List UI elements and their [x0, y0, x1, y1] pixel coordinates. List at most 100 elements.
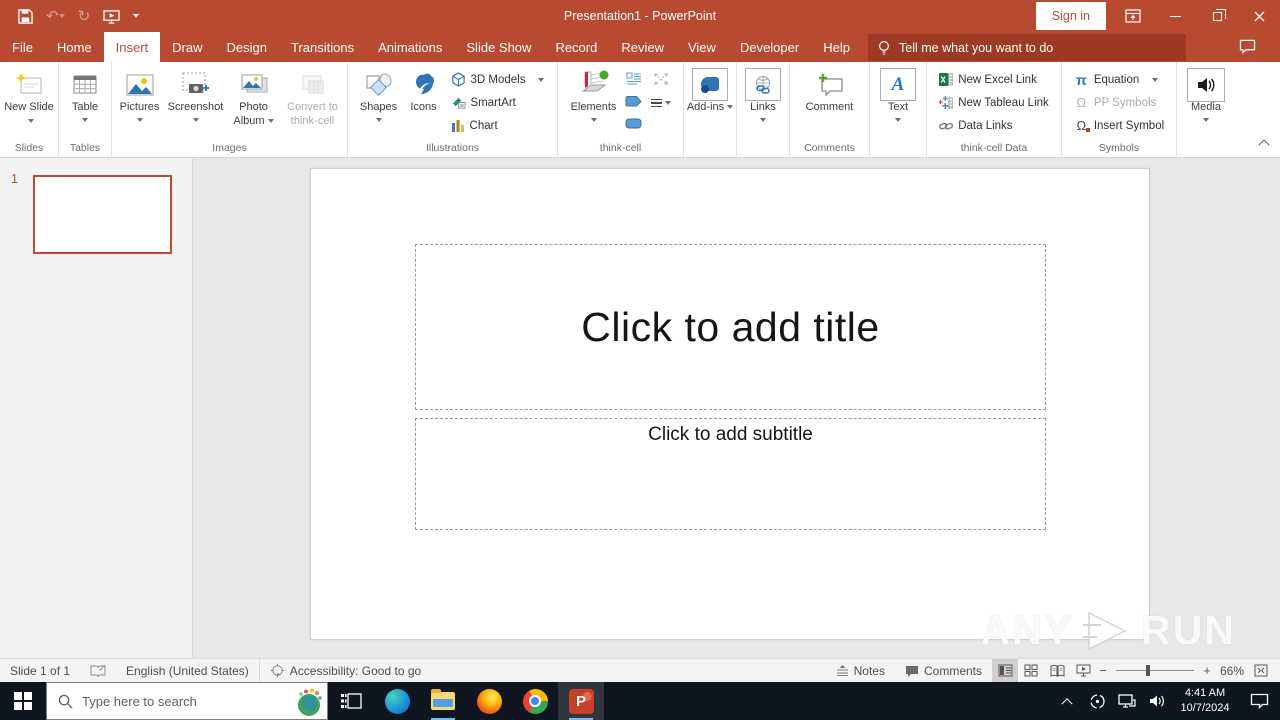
- save-icon[interactable]: [18, 8, 33, 24]
- tab-view[interactable]: View: [676, 32, 728, 62]
- group-label-tables: Tables: [69, 142, 101, 154]
- sync-icon: [1089, 693, 1105, 709]
- language-button[interactable]: English (United States): [116, 659, 259, 682]
- slide-thumbnail[interactable]: [33, 175, 172, 254]
- taskbar-chrome[interactable]: [512, 682, 558, 720]
- equation-button[interactable]: π Equation: [1068, 68, 1170, 91]
- shapes-icon: [364, 68, 394, 101]
- collapse-ribbon-icon[interactable]: [1258, 139, 1270, 151]
- zoom-slider-thumb[interactable]: [1145, 665, 1150, 676]
- thinkcell-tools: [622, 64, 676, 136]
- zoom-in-button[interactable]: +: [1200, 663, 1214, 678]
- zoom-out-button[interactable]: −: [1096, 663, 1110, 678]
- tray-expand-button[interactable]: [1052, 682, 1082, 720]
- pp-symbols-button: Ω PP Symbols: [1068, 91, 1170, 114]
- table-button[interactable]: Table: [62, 64, 108, 122]
- tab-file[interactable]: File: [0, 32, 45, 62]
- feedback-icon[interactable]: [1239, 39, 1256, 59]
- tab-home[interactable]: Home: [45, 32, 104, 62]
- new-excel-link-button[interactable]: New Excel Link: [933, 68, 1055, 91]
- search-highlight-globe-icon[interactable]: [293, 687, 323, 720]
- links-button[interactable]: Links: [739, 64, 787, 122]
- text-button[interactable]: A Text: [873, 64, 923, 122]
- notes-button[interactable]: Notes: [826, 659, 895, 682]
- insert-symbol-icon: Ω: [1074, 118, 1090, 133]
- restore-button[interactable]: [1196, 0, 1238, 32]
- network-icon: [1118, 693, 1136, 708]
- view-normal-button[interactable]: [992, 659, 1018, 682]
- sign-in-button[interactable]: Sign in: [1035, 2, 1106, 30]
- close-button[interactable]: [1238, 0, 1280, 32]
- thinkcell-menu-button[interactable]: [650, 98, 671, 108]
- comment-button[interactable]: Comment: [795, 64, 865, 115]
- thinkcell-tag-button[interactable]: [625, 94, 642, 112]
- view-slide-sorter-button[interactable]: [1018, 659, 1044, 682]
- tab-insert[interactable]: Insert: [103, 32, 161, 62]
- data-links-button[interactable]: Data Links: [933, 114, 1055, 137]
- thinkcell-elements-button[interactable]: Elements: [566, 64, 622, 122]
- tell-me-search[interactable]: Tell me what you want to do: [868, 34, 1186, 61]
- tray-network-button[interactable]: [1112, 682, 1142, 720]
- fit-slide-button[interactable]: [1248, 659, 1274, 682]
- minimize-button[interactable]: [1154, 0, 1196, 32]
- zoom-level[interactable]: 66%: [1214, 664, 1248, 678]
- subtitle-placeholder[interactable]: Click to add subtitle: [415, 418, 1046, 530]
- action-center-button[interactable]: [1238, 682, 1280, 720]
- icons-button[interactable]: Icons: [403, 64, 445, 115]
- photo-album-button[interactable]: Photo Album: [227, 64, 281, 129]
- thinkcell-select-button[interactable]: [653, 72, 669, 91]
- task-view-button[interactable]: [328, 682, 374, 720]
- tableau-icon: [939, 96, 954, 109]
- tab-transitions[interactable]: Transitions: [279, 32, 366, 62]
- taskbar-search[interactable]: Type here to search: [46, 682, 328, 720]
- start-slideshow-icon[interactable]: [103, 9, 120, 24]
- chart-button[interactable]: Chart: [445, 114, 551, 137]
- addins-button[interactable]: Add-ins: [686, 64, 734, 115]
- thinkcell-roundrect-button[interactable]: [625, 116, 642, 134]
- group-label-links: [737, 154, 789, 157]
- new-slide-button[interactable]: New Slide: [3, 64, 55, 129]
- group-label-text: [870, 154, 926, 157]
- tab-animations[interactable]: Animations: [366, 32, 454, 62]
- slide-canvas[interactable]: Click to add title Click to add subtitle: [310, 168, 1150, 640]
- excel-icon: [939, 73, 954, 86]
- insert-symbol-button[interactable]: Ω Insert Symbol: [1068, 114, 1170, 137]
- tab-draw[interactable]: Draw: [160, 32, 214, 62]
- tab-developer[interactable]: Developer: [728, 32, 811, 62]
- tray-sync-button[interactable]: [1082, 682, 1112, 720]
- smartart-button[interactable]: SmartArt: [445, 91, 551, 114]
- clock-date: 10/7/2024: [1180, 702, 1230, 714]
- accessibility-button[interactable]: Accessibility: Good to go: [258, 659, 431, 682]
- new-tableau-link-button[interactable]: New Tableau Link: [933, 91, 1055, 114]
- view-slide-sorter-icon: [1024, 664, 1038, 677]
- tab-review[interactable]: Review: [609, 32, 676, 62]
- tray-volume-button[interactable]: [1142, 682, 1172, 720]
- customize-qat-icon[interactable]: [133, 14, 140, 18]
- zoom-slider[interactable]: [1116, 665, 1194, 676]
- thinkcell-text-button[interactable]: [626, 72, 642, 90]
- tab-design[interactable]: Design: [215, 32, 279, 62]
- spell-check-button[interactable]: [80, 659, 116, 682]
- taskbar-firefox[interactable]: [466, 682, 512, 720]
- media-button[interactable]: Media: [1180, 64, 1232, 122]
- taskbar-edge[interactable]: [374, 682, 420, 720]
- taskbar-powerpoint[interactable]: P: [558, 682, 604, 720]
- view-slideshow-button[interactable]: [1070, 659, 1096, 682]
- screenshot-button[interactable]: Screenshot: [165, 64, 227, 122]
- view-reading-button[interactable]: [1044, 659, 1070, 682]
- shapes-button[interactable]: Shapes: [355, 64, 403, 122]
- group-symbols: π Equation Ω PP Symbols Ω Insert Symbol …: [1062, 62, 1177, 157]
- ribbon-display-options-icon[interactable]: [1112, 0, 1154, 32]
- tab-help[interactable]: Help: [811, 32, 862, 62]
- edge-icon: [384, 688, 410, 714]
- 3d-models-button[interactable]: 3D Models: [445, 68, 551, 91]
- group-label-media: [1177, 154, 1235, 157]
- taskbar-clock[interactable]: 4:41 AM 10/7/2024: [1172, 682, 1238, 720]
- taskbar-file-explorer[interactable]: [420, 682, 466, 720]
- start-button[interactable]: [0, 682, 46, 720]
- tab-slide-show[interactable]: Slide Show: [454, 32, 543, 62]
- tab-record[interactable]: Record: [543, 32, 609, 62]
- pictures-button[interactable]: Pictures: [115, 64, 165, 122]
- comments-button[interactable]: Comments: [895, 659, 992, 682]
- title-placeholder[interactable]: Click to add title: [415, 244, 1046, 410]
